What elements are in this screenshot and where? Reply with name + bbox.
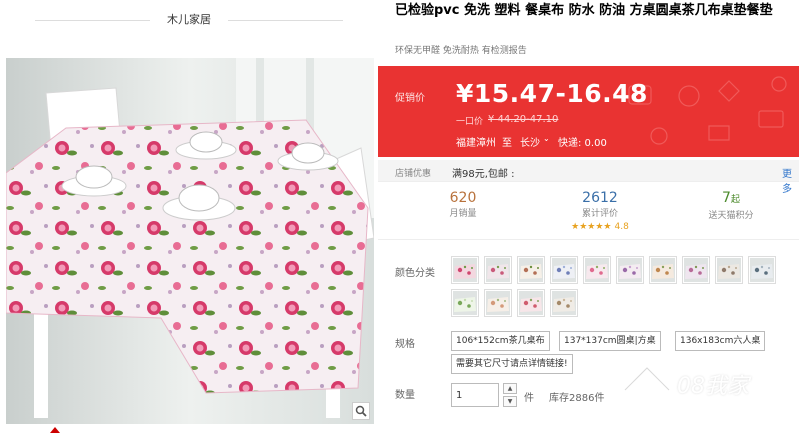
sales-label: 月销量 xyxy=(449,209,477,219)
quantity-unit: 件 xyxy=(524,393,534,404)
color-swatch[interactable] xyxy=(517,289,545,317)
spec-option[interactable]: 106*152cm茶几桌布 xyxy=(451,331,550,351)
color-swatch[interactable] xyxy=(484,256,512,284)
color-swatch[interactable] xyxy=(451,256,479,284)
quantity-increase-button[interactable]: ▲ xyxy=(503,383,517,394)
chevron-down-icon[interactable]: ⌄ xyxy=(543,134,550,143)
spec-option[interactable]: 136x183cm六人桌 xyxy=(675,331,766,351)
chevron-down-icon[interactable]: ⌄ xyxy=(632,88,640,99)
sales-value: 620 xyxy=(449,190,477,206)
spec-label: 规格 xyxy=(395,339,415,350)
points-label: 送天猫积分 xyxy=(708,211,754,221)
promo-text: 满98元,包邮 : xyxy=(452,169,515,180)
color-swatch[interactable] xyxy=(682,256,710,284)
color-swatch[interactable] xyxy=(484,289,512,317)
divider xyxy=(35,20,150,21)
watermark-text: 08我家 xyxy=(677,374,749,399)
rating-stars: ★★★★★ 4.8 xyxy=(560,221,640,233)
store-promo-row: 店铺优惠 满98元,包邮 : 更多 xyxy=(378,160,799,195)
divider xyxy=(228,20,343,21)
total-reviews[interactable]: 2612 累计评价 ★★★★★ 4.8 xyxy=(560,189,640,233)
reviews-label: 累计评价 xyxy=(581,209,618,219)
original-price: ¥ 44.20-47.10 xyxy=(488,114,559,125)
magnifier-icon[interactable] xyxy=(352,402,370,420)
color-swatch[interactable] xyxy=(583,256,611,284)
store-header: 木儿家居 xyxy=(0,0,378,45)
color-swatch[interactable] xyxy=(616,256,644,284)
color-swatch[interactable] xyxy=(715,256,743,284)
original-price-label: 一口价 xyxy=(456,117,484,127)
points-unit: 起 xyxy=(730,195,740,205)
monthly-sales: 620 月销量 xyxy=(438,189,488,221)
color-swatch[interactable] xyxy=(550,289,578,317)
ship-destination-select[interactable]: 长沙 xyxy=(520,134,540,149)
stock-count: 库存2886件 xyxy=(549,393,605,404)
tmall-points: 7起 送天猫积分 xyxy=(701,189,761,223)
color-swatch[interactable] xyxy=(748,256,776,284)
product-main-image[interactable] xyxy=(6,58,374,424)
shipping-fee: 快递: 0.00 xyxy=(558,138,607,149)
quantity-decrease-button[interactable]: ▼ xyxy=(503,396,517,407)
color-swatch[interactable] xyxy=(550,256,578,284)
ship-from: 福建漳州 xyxy=(456,138,496,149)
ship-to-label: 至 xyxy=(502,138,512,149)
product-title: 已检验pvc 免洗 塑料 餐桌布 防水 防油 方桌圆桌茶几布桌垫餐垫 xyxy=(395,3,773,18)
promo-label: 店铺优惠 xyxy=(395,169,432,179)
promo-price: ¥15.47-16.48 xyxy=(456,79,648,108)
site-watermark: 08我家 xyxy=(617,358,799,428)
quantity-label: 数量 xyxy=(395,390,415,401)
points-value-line: 7起 xyxy=(701,189,761,209)
points-value: 7 xyxy=(722,190,731,206)
price-label: 促销价 xyxy=(395,93,425,104)
spec-option[interactable]: 137*137cm圆桌|方桌 xyxy=(559,331,661,351)
house-logo-icon xyxy=(623,365,671,412)
color-swatch[interactable] xyxy=(451,289,479,317)
store-name[interactable]: 木儿家居 xyxy=(150,11,228,27)
spec-option-more-sizes[interactable]: 需要其它尺寸请点详情链接! xyxy=(451,354,573,374)
product-subtitle: 环保无甲醛 免洗耐热 有检测报告 xyxy=(395,46,527,56)
color-swatch[interactable] xyxy=(649,256,677,284)
price-panel: 促销价 ¥15.47-16.48 ⌄ 一口价 ¥ 44.20-47.10 福建漳… xyxy=(378,66,799,157)
caret-up-icon xyxy=(50,427,60,433)
color-swatch[interactable] xyxy=(517,256,545,284)
color-label: 颜色分类 xyxy=(395,268,435,279)
rating-score: 4.8 xyxy=(614,222,629,232)
stats-row: 620 月销量 2612 累计评价 ★★★★★ 4.8 7起 送天猫积分 xyxy=(378,184,799,240)
quantity-input[interactable] xyxy=(451,383,499,407)
star-icons: ★★★★★ xyxy=(571,222,612,232)
reviews-value: 2612 xyxy=(582,190,618,206)
